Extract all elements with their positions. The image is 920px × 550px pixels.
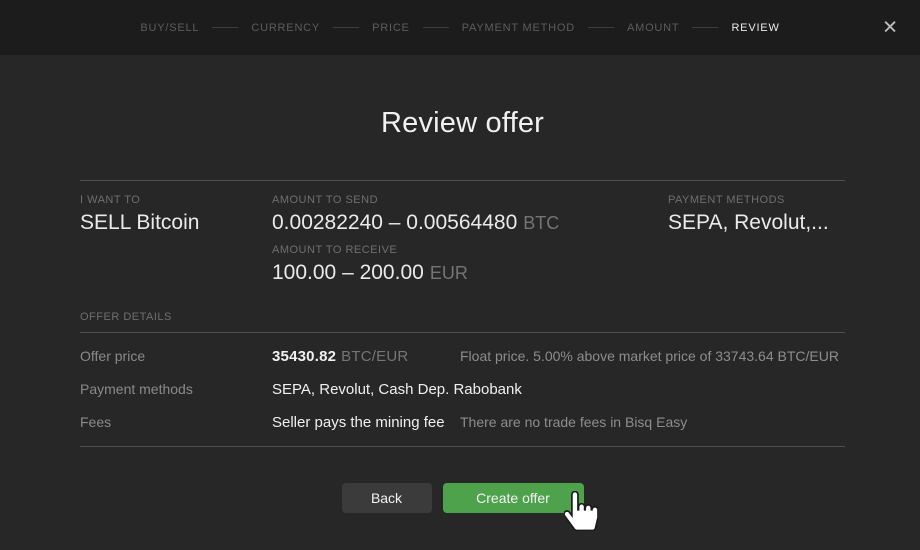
offer-price-label: Offer price (80, 348, 272, 364)
step-connector (212, 27, 238, 28)
review-offer-panel: Review offer I WANT TO SELL Bitcoin AMOU… (0, 107, 920, 513)
offer-details-heading: OFFER DETAILS (80, 311, 845, 323)
step-connector (423, 27, 449, 28)
amount-to-receive-unit: EUR (430, 263, 468, 283)
step-currency[interactable]: CURRENCY (251, 22, 320, 34)
offer-price-number: 35430.82 (272, 348, 336, 365)
payment-methods-label: PAYMENT METHODS (668, 194, 845, 206)
offer-details-rows: Offer price 35430.82 BTC/EUR Float price.… (80, 340, 845, 439)
detail-row-fees: Fees Seller pays the mining fee There ar… (80, 406, 845, 439)
wizard-stepper: BUY/SELL CURRENCY PRICE PAYMENT METHOD A… (140, 22, 779, 34)
step-review[interactable]: REVIEW (731, 22, 779, 34)
amount-to-receive-value: 100.00 – 200.00 EUR (272, 261, 668, 285)
create-offer-button[interactable]: Create offer (443, 483, 584, 513)
fees-description: There are no trade fees in Bisq Easy (460, 414, 845, 430)
summary-cell-amount-to-send: AMOUNT TO SEND 0.00282240 – 0.00564480 BT… (272, 194, 668, 235)
summary-cell-amount-to-receive: AMOUNT TO RECEIVE 100.00 – 200.00 EUR (272, 244, 668, 285)
step-connector (588, 27, 614, 28)
page-title: Review offer (80, 107, 845, 140)
step-payment-method[interactable]: PAYMENT METHOD (462, 22, 575, 34)
payment-methods-value: SEPA, Revolut,... (668, 211, 845, 235)
step-amount[interactable]: AMOUNT (627, 22, 679, 34)
step-buy-sell[interactable]: BUY/SELL (140, 22, 199, 34)
fees-value: Seller pays the mining fee (272, 414, 460, 431)
i-want-to-label: I WANT TO (80, 194, 272, 206)
i-want-to-value: SELL Bitcoin (80, 211, 272, 235)
close-icon[interactable]: ✕ (878, 14, 902, 41)
step-price[interactable]: PRICE (372, 22, 410, 34)
offer-price-description: Float price. 5.00% above market price of… (460, 348, 845, 364)
divider (80, 446, 845, 447)
divider (80, 332, 845, 333)
detail-row-offer-price: Offer price 35430.82 BTC/EUR Float price.… (80, 340, 845, 373)
amount-to-receive-label: AMOUNT TO RECEIVE (272, 244, 668, 256)
step-connector (692, 27, 718, 28)
amount-to-receive-range: 100.00 – 200.00 (272, 261, 424, 284)
amount-to-send-value: 0.00282240 – 0.00564480 BTC (272, 211, 668, 235)
offer-price-unit: BTC/EUR (341, 348, 408, 365)
payment-methods-row-label: Payment methods (80, 381, 272, 397)
fees-label: Fees (80, 414, 272, 430)
wizard-top-bar: BUY/SELL CURRENCY PRICE PAYMENT METHOD A… (0, 0, 920, 55)
summary-cell-payment-methods: PAYMENT METHODS SEPA, Revolut,... (668, 194, 845, 235)
action-buttons: Back Create offer (80, 483, 845, 513)
offer-price-value: 35430.82 BTC/EUR (272, 348, 460, 365)
detail-row-payment-methods: Payment methods SEPA, Revolut, Cash Dep.… (80, 373, 845, 406)
back-button[interactable]: Back (342, 483, 432, 513)
step-connector (333, 27, 359, 28)
summary-cell-direction: I WANT TO SELL Bitcoin (80, 194, 272, 235)
amount-to-send-range: 0.00282240 – 0.00564480 (272, 211, 517, 234)
payment-methods-row-value: SEPA, Revolut, Cash Dep. Rabobank (272, 381, 460, 398)
offer-summary: I WANT TO SELL Bitcoin AMOUNT TO SEND 0.… (80, 180, 845, 285)
amount-to-send-label: AMOUNT TO SEND (272, 194, 668, 206)
amount-to-send-unit: BTC (523, 213, 559, 233)
